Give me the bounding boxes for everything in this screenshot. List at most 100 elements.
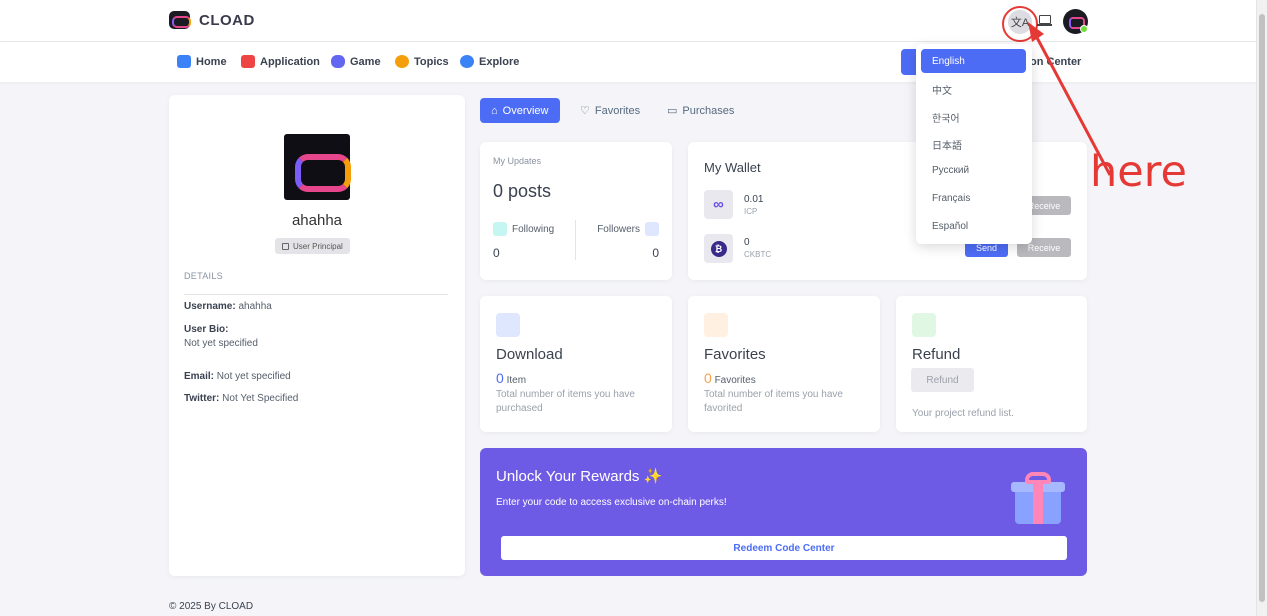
download-title: Download: [496, 346, 563, 363]
nav-label: Application: [260, 55, 320, 68]
divider: [575, 220, 576, 260]
download-card: Download 0 Item Total number of items yo…: [480, 296, 672, 432]
twitter-row: Twitter: Not Yet Specified: [184, 393, 298, 404]
download-unit: Item: [506, 375, 527, 386]
email-label: Email:: [184, 371, 215, 382]
language-option-english[interactable]: English: [921, 49, 1026, 73]
nav-label: Game: [350, 55, 381, 68]
download-desc: Total number of items you have purchased: [496, 389, 635, 414]
bulb-icon: [395, 55, 409, 68]
user-principal-button[interactable]: User Principal: [275, 238, 350, 254]
nav-item-topics[interactable]: Topics: [395, 55, 449, 68]
profile-avatar: [284, 134, 351, 200]
scroll-thumb[interactable]: [1259, 14, 1265, 602]
favorites-card: Favorites 0 Favorites Total number of it…: [688, 296, 880, 432]
favorites-desc: Total number of items you have favorited: [704, 389, 843, 414]
followers-label: Followers: [597, 223, 640, 235]
rewards-banner: Unlock Your Rewards ✨ Enter your code to…: [480, 448, 1087, 576]
heart-icon: [704, 313, 728, 337]
refund-title: Refund: [912, 346, 961, 363]
user-icon: [493, 222, 507, 236]
redeem-code-button[interactable]: Redeem Code Center: [501, 536, 1067, 560]
email-value: Not yet specified: [216, 371, 291, 382]
scrollbar[interactable]: [1256, 0, 1267, 616]
tab-label: Overview: [502, 104, 549, 117]
nav-item-home[interactable]: Home: [177, 55, 227, 68]
language-option-spanish[interactable]: Español: [932, 221, 968, 232]
nav-item-game[interactable]: Game: [331, 55, 381, 68]
download-count-row: 0 Item: [496, 370, 526, 386]
tab-label: Purchases: [682, 104, 735, 117]
icp-icon: ∞: [704, 190, 733, 219]
gamepad-icon: [331, 55, 345, 68]
updates-label: My Updates: [493, 156, 542, 166]
brand[interactable]: CLOAD: [169, 11, 255, 29]
followers-label-row: Followers: [597, 222, 659, 236]
following-label: Following: [512, 223, 555, 235]
profile-card: ahahha User Principal DETAILS Username: …: [169, 95, 465, 576]
sparkle-icon: ✨: [643, 468, 663, 485]
annotation-text: here: [1090, 147, 1187, 197]
details-heading: DETAILS: [184, 271, 223, 281]
coin-amount: 0: [744, 237, 750, 248]
principal-label: User Principal: [293, 241, 343, 251]
favorites-title: Favorites: [704, 346, 766, 363]
posts-count: 0 posts: [493, 181, 552, 201]
tab-label: Favorites: [594, 104, 641, 117]
tab-overview[interactable]: ⌂ Overview: [480, 98, 560, 123]
language-option-french[interactable]: Français: [932, 193, 970, 204]
language-option-chinese[interactable]: 中文: [932, 82, 952, 97]
home-icon: ⌂: [491, 104, 498, 117]
nav-label: Explore: [479, 55, 520, 68]
coin-symbol: CKBTC: [744, 250, 772, 259]
grid-icon: [241, 55, 255, 68]
heart-icon: ♡: [580, 105, 590, 117]
refund-icon: [912, 313, 936, 337]
refund-button[interactable]: Refund: [911, 368, 974, 392]
language-dropdown: English 中文 한국어 日本語 Русский Français Espa…: [916, 44, 1032, 244]
coin-symbol: ICP: [744, 207, 758, 216]
updates-card: My Updates 0 posts Following 0 Followers…: [480, 142, 672, 280]
username-value: ahahha: [238, 301, 272, 312]
refund-card: Refund Refund Your project refund list.: [896, 296, 1087, 432]
followers-count: 0: [652, 246, 659, 260]
download-count: 0: [496, 370, 504, 386]
rewards-title-text: Unlock Your Rewards: [496, 468, 640, 485]
nav-label: Topics: [414, 55, 449, 68]
language-option-japanese[interactable]: 日本語: [932, 137, 962, 152]
home-icon: [177, 55, 191, 68]
rewards-subtitle: Enter your code to access exclusive on-c…: [496, 497, 727, 508]
refund-desc: Your project refund list.: [912, 408, 1014, 419]
username-row: Username: ahahha: [184, 301, 272, 312]
nav-item-explore[interactable]: Explore: [460, 55, 519, 68]
wallet-title: My Wallet: [704, 160, 761, 175]
twitter-label: Twitter:: [184, 393, 220, 404]
footer: © 2025 By CLOAD: [169, 601, 254, 612]
gift-icon: [1011, 472, 1065, 524]
favorites-count-row: 0 Favorites: [704, 370, 756, 386]
language-option-russian[interactable]: Русский: [932, 165, 969, 176]
twitter-value: Not Yet Specified: [222, 393, 299, 404]
favorites-count: 0: [704, 370, 712, 386]
users-icon: [645, 222, 659, 236]
bio-label: User Bio:: [184, 324, 229, 335]
ckbtc-icon: ₿: [704, 234, 733, 263]
favorites-unit: Favorites: [714, 375, 756, 386]
language-option-korean[interactable]: 한국어: [932, 110, 960, 125]
brand-name: CLOAD: [199, 11, 255, 29]
coin-amount: 0.01: [744, 194, 764, 205]
following-count: 0: [493, 246, 500, 260]
username-label: Username:: [184, 301, 236, 312]
compass-icon: [460, 55, 474, 68]
copy-icon: [282, 242, 289, 250]
following-label-row: Following: [493, 222, 554, 236]
tab-purchases[interactable]: ▭ Purchases: [656, 98, 745, 123]
nav-label: Home: [196, 55, 227, 68]
email-row: Email: Not yet specified: [184, 371, 291, 382]
download-icon: [496, 313, 520, 337]
tab-favorites[interactable]: ♡ Favorites: [569, 98, 651, 123]
divider: [184, 294, 448, 295]
bio-label-row: User Bio:: [184, 324, 228, 335]
brand-logo-icon: [169, 11, 191, 29]
nav-item-application[interactable]: Application: [241, 55, 320, 68]
